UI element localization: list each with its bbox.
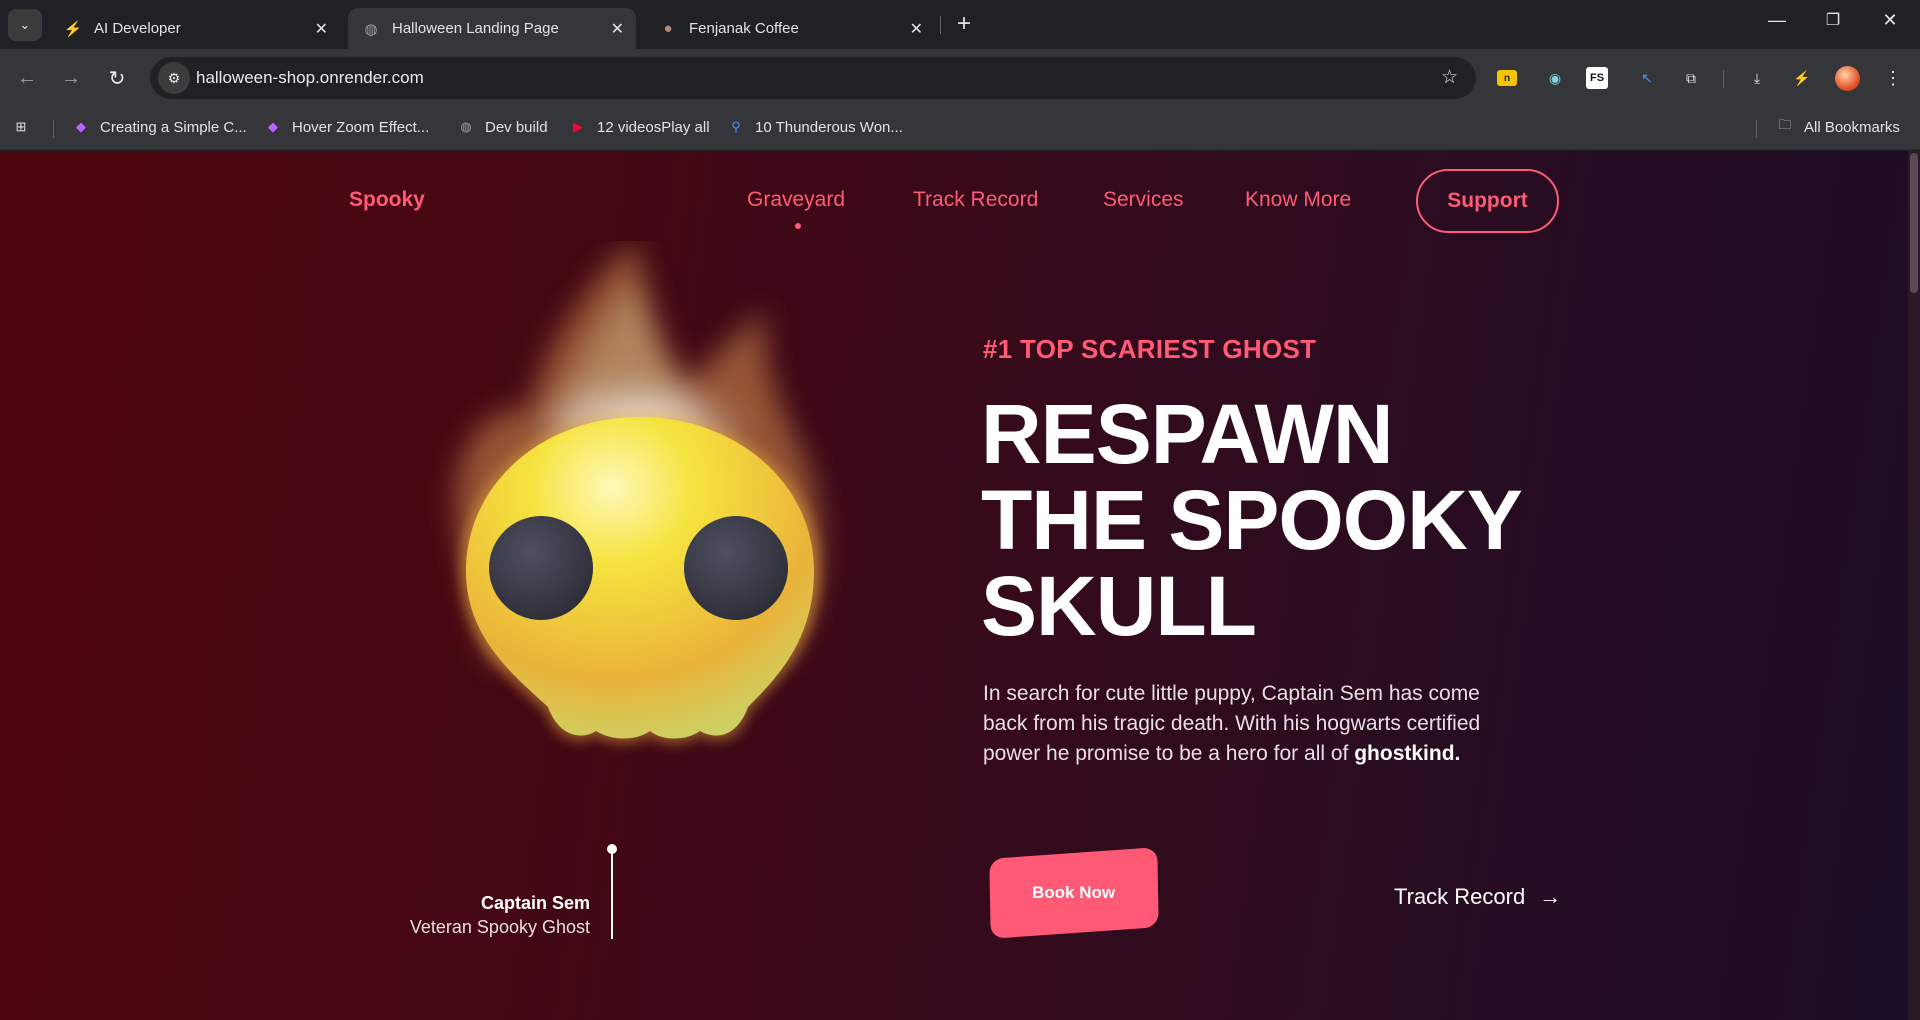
caption-pin-line <box>611 851 613 939</box>
apps-grid-icon: ⊞ <box>15 119 27 134</box>
lightning-icon: ⚡ <box>63 20 83 38</box>
extension-folder-icon[interactable]: n <box>1497 70 1517 86</box>
folder-icon: 🗀 <box>1778 117 1792 132</box>
character-role: Veteran Spooky Ghost <box>409 917 590 937</box>
page-scrollbar[interactable] <box>1908 151 1920 1020</box>
nav-track-record[interactable]: Track Record <box>913 188 1038 212</box>
close-icon[interactable]: ✕ <box>910 19 923 39</box>
apps-button[interactable]: ⊞ <box>12 118 40 136</box>
track-record-label: Track Record <box>1394 884 1526 909</box>
headline-line: RESPAWN <box>981 387 1393 481</box>
tab-strip: ⌄ ⚡ AI Developer ✕ ◍ Halloween Landing P… <box>0 0 1920 49</box>
tab-title: Fenjanak Coffee <box>689 20 799 37</box>
menu-kebab-icon[interactable]: ⋮ <box>1880 65 1906 91</box>
close-icon[interactable]: ✕ <box>315 19 328 39</box>
close-icon: ✕ <box>1882 10 1898 30</box>
tab-title: AI Developer <box>94 20 181 37</box>
minimize-button[interactable]: — <box>1762 10 1792 31</box>
extension-pointer-icon[interactable]: ↖ <box>1634 65 1660 91</box>
nav-graveyard[interactable]: Graveyard <box>747 188 845 212</box>
book-now-label: Book Now <box>1032 883 1116 902</box>
skull-left-eye <box>489 516 593 620</box>
globe-icon: ◍ <box>364 20 378 38</box>
diamond-icon: ◆ <box>268 119 278 134</box>
tab-search-button[interactable]: ⌄ <box>8 9 42 41</box>
globe-icon: ◍ <box>460 119 472 134</box>
bookmarks-divider <box>53 120 54 138</box>
bookmark-label: Hover Zoom Effect... <box>292 118 430 136</box>
download-icon[interactable]: ⤓ <box>1744 65 1770 91</box>
search-icon: ⚲ <box>731 119 741 134</box>
tab-ai-developer[interactable]: ⚡ AI Developer ✕ <box>50 8 340 49</box>
hero-headline: RESPAWN THE SPOOKY SKULL <box>981 391 1581 649</box>
track-record-link[interactable]: Track Record → <box>1394 884 1561 910</box>
bookmark-star-icon[interactable]: ☆ <box>1441 66 1458 89</box>
scrollbar-thumb[interactable] <box>1910 153 1918 293</box>
bookmark-label: Dev build <box>485 118 548 136</box>
back-button[interactable]: ← <box>12 63 42 93</box>
landing-page: Spooky Graveyard Track Record Services K… <box>0 151 1908 1020</box>
plus-icon: + <box>956 10 971 37</box>
forward-button[interactable]: → <box>56 63 86 93</box>
reload-button[interactable]: ↻ <box>102 63 132 93</box>
profile-avatar[interactable] <box>1835 66 1860 91</box>
close-icon[interactable]: ✕ <box>611 19 624 39</box>
coffee-icon: ● <box>663 20 673 37</box>
diamond-icon: ◆ <box>76 119 86 134</box>
support-button[interactable]: Support <box>1416 169 1559 233</box>
reload-icon: ↻ <box>108 67 126 90</box>
minimize-icon: — <box>1768 10 1786 30</box>
tab-fenjanak-coffee[interactable]: ● Fenjanak Coffee ✕ <box>645 8 935 49</box>
hero-description: In search for cute little puppy, Captain… <box>983 679 1523 769</box>
performance-icon[interactable]: ⚡ <box>1789 65 1815 91</box>
bookmark-item[interactable]: ◆ Creating a Simple C... <box>72 118 247 136</box>
headline-line: SKULL <box>981 559 1257 653</box>
new-tab-button[interactable]: + <box>950 10 978 38</box>
bookmark-item[interactable]: ▶ 12 videosPlay all <box>569 118 710 136</box>
headline-line: THE SPOOKY <box>981 473 1523 567</box>
all-bookmarks-button[interactable]: 🗀 All Bookmarks <box>1776 117 1900 136</box>
nav-know-more[interactable]: Know More <box>1245 188 1351 212</box>
extensions-puzzle-icon[interactable]: ⧉ <box>1678 65 1704 91</box>
skull-right-eye <box>684 516 788 620</box>
bookmark-item[interactable]: ◍ Dev build <box>457 118 548 136</box>
bookmarks-bar: ⊞ ◆ Creating a Simple C... ◆ Hover Zoom … <box>0 108 1920 150</box>
address-bar[interactable]: ⚙ halloween-shop.onrender.com ☆ <box>150 57 1476 99</box>
browser-toolbar: ← → ↻ ⚙ halloween-shop.onrender.com ☆ n … <box>0 49 1920 108</box>
skull-illustration <box>400 241 880 781</box>
restore-icon: ❐ <box>1825 12 1841 29</box>
toolbar-divider <box>1723 70 1724 88</box>
book-now-button[interactable]: Book Now <box>989 847 1159 939</box>
site-logo[interactable]: Spooky <box>349 188 425 212</box>
tab-halloween-landing-page[interactable]: ◍ Halloween Landing Page ✕ <box>348 8 636 49</box>
bookmark-label: 10 Thunderous Won... <box>755 118 903 136</box>
description-emphasis: ghostkind. <box>1354 742 1461 765</box>
tab-divider <box>940 16 941 34</box>
extension-fs-icon[interactable]: FS <box>1586 67 1608 89</box>
tune-icon: ⚙ <box>167 69 181 86</box>
bookmark-label: Creating a Simple C... <box>100 118 247 136</box>
arrow-right-icon: → <box>61 66 81 89</box>
nav-services[interactable]: Services <box>1103 188 1184 212</box>
chevron-down-icon: ⌄ <box>19 17 31 32</box>
bookmark-label: 12 videosPlay all <box>597 118 710 136</box>
url-text[interactable]: halloween-shop.onrender.com <box>196 68 424 88</box>
arrow-right-icon: → <box>1539 884 1562 909</box>
extension-eye-icon[interactable]: ◉ <box>1542 65 1568 91</box>
close-window-button[interactable]: ✕ <box>1875 10 1905 31</box>
tab-title: Halloween Landing Page <box>392 20 559 37</box>
hero-eyebrow: #1 TOP SCARIEST GHOST <box>983 334 1317 364</box>
bookmark-item[interactable]: ⚲ 10 Thunderous Won... <box>727 118 903 136</box>
bookmark-item[interactable]: ◆ Hover Zoom Effect... <box>264 118 429 136</box>
character-name: Captain Sem <box>480 893 590 913</box>
skull-image <box>455 241 820 744</box>
site-info-button[interactable]: ⚙ <box>158 62 190 94</box>
bookmarks-divider <box>1756 120 1757 138</box>
youtube-icon: ▶ <box>573 119 583 134</box>
all-bookmarks-label: All Bookmarks <box>1804 118 1900 136</box>
restore-button[interactable]: ❐ <box>1818 10 1848 30</box>
nav-active-indicator <box>795 223 801 229</box>
arrow-left-icon: ← <box>17 66 37 89</box>
